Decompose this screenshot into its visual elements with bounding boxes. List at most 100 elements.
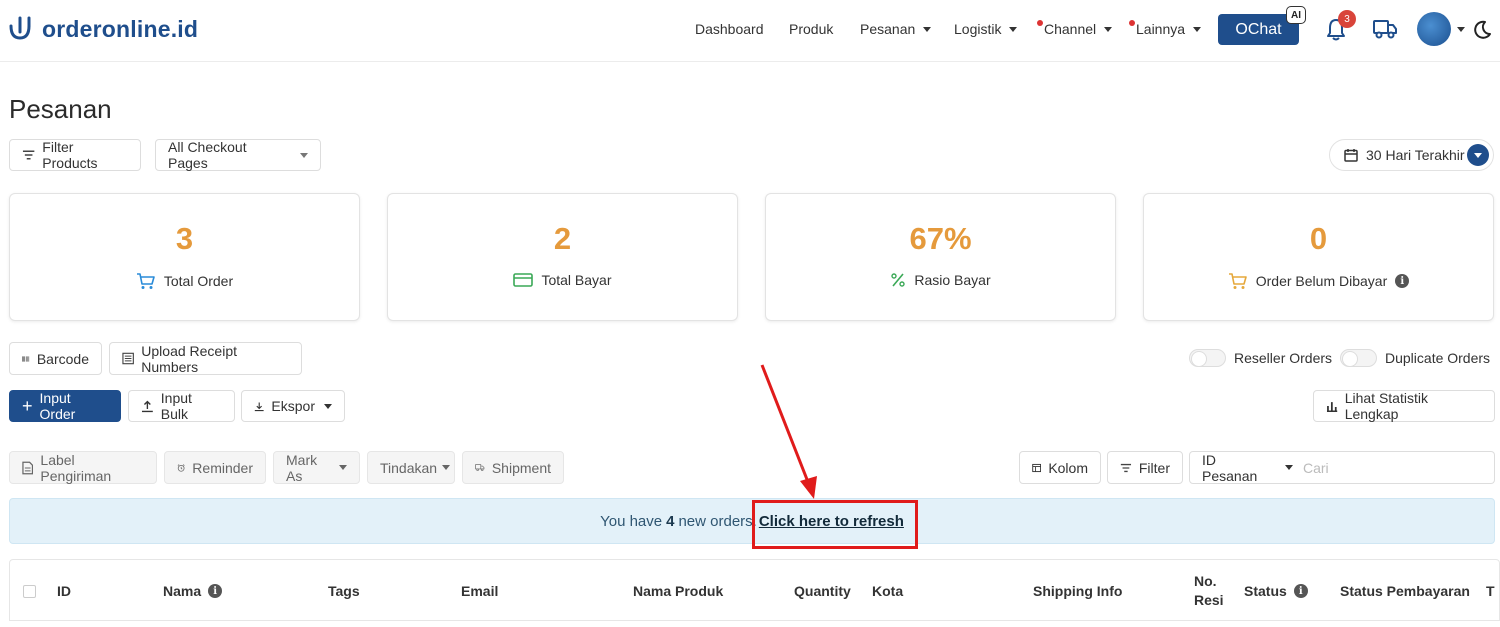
chevron-down-icon xyxy=(442,465,451,470)
column-header-quantity[interactable]: Quantity xyxy=(794,583,851,599)
stat-label-row: Rasio Bayar xyxy=(766,272,1115,288)
nav-channel-label: Channel xyxy=(1044,21,1097,37)
bar-chart-icon xyxy=(1326,402,1338,412)
info-icon[interactable]: i xyxy=(208,584,223,598)
input-order-label: Input Order xyxy=(39,390,76,422)
nav-channel[interactable]: Channel xyxy=(1037,20,1113,37)
column-header-status[interactable]: Status i xyxy=(1244,583,1308,599)
stat-value: 3 xyxy=(175,221,194,256)
info-icon[interactable]: i xyxy=(1293,584,1308,598)
column-header-nama-produk[interactable]: Nama Produk xyxy=(633,583,723,599)
calendar-icon xyxy=(1344,149,1358,162)
column-header-id[interactable]: ID xyxy=(57,583,71,599)
mark-as-dropdown[interactable]: Mark As xyxy=(273,451,360,484)
column-header-status-pembayaran[interactable]: Status Pembayaran xyxy=(1340,583,1470,599)
date-range-label: 30 Hari Terakhir xyxy=(1366,147,1465,163)
upload-receipt-button[interactable]: Upload Receipt Numbers xyxy=(109,342,302,375)
column-header-nama[interactable]: Nama i xyxy=(163,583,223,599)
filter-button[interactable]: Filter xyxy=(1107,451,1183,484)
filter-lines-icon xyxy=(1120,463,1132,472)
alert-suffix: new orders. xyxy=(678,512,757,530)
toggle-switch[interactable] xyxy=(1340,349,1377,367)
upload-receipt-label: Upload Receipt Numbers xyxy=(141,342,238,375)
column-header-label: Status xyxy=(1244,583,1287,599)
column-header-shipping-info[interactable]: Shipping Info xyxy=(1033,583,1122,599)
checkout-pages-label: All Checkout Pages xyxy=(168,139,247,171)
brand-logo[interactable]: orderonline.id xyxy=(8,14,198,44)
column-header-truncated[interactable]: T xyxy=(1486,583,1495,599)
search-field-select[interactable]: ID Pesanan xyxy=(1189,451,1294,484)
percent-icon xyxy=(891,273,906,287)
input-order-button[interactable]: + Input Order xyxy=(9,390,121,422)
reseller-orders-toggle[interactable]: Reseller Orders xyxy=(1189,349,1332,367)
nav-pesanan[interactable]: Pesanan xyxy=(860,21,932,37)
cart-icon xyxy=(1228,273,1247,289)
input-bulk-button[interactable]: Input Bulk xyxy=(128,390,235,422)
document-icon xyxy=(22,461,34,474)
duplicate-orders-toggle[interactable]: Duplicate Orders xyxy=(1340,349,1490,367)
info-icon[interactable]: i xyxy=(1395,274,1410,288)
kolom-label: Kolom xyxy=(1048,459,1088,476)
date-range-picker[interactable]: 30 Hari Terakhir xyxy=(1329,139,1494,171)
stat-label-row: Order Belum Dibayar i xyxy=(1144,272,1493,290)
nav-lainnya[interactable]: Lainnya xyxy=(1129,20,1202,37)
filter-lines-icon xyxy=(22,150,35,160)
stat-label: Total Bayar xyxy=(541,272,612,288)
column-header-kota[interactable]: Kota xyxy=(872,583,903,599)
barcode-button[interactable]: Barcode xyxy=(9,342,102,375)
list-icon xyxy=(122,352,134,365)
barcode-icon xyxy=(22,355,30,362)
label-pengiriman-label: Label Pengiriman xyxy=(40,451,112,484)
shipment-button[interactable]: Shipment xyxy=(462,451,564,484)
column-header-email[interactable]: Email xyxy=(461,583,498,599)
notification-count-badge: 3 xyxy=(1338,10,1356,28)
nav-logistik[interactable]: Logistik xyxy=(954,21,1018,37)
stat-label: Order Belum Dibayar xyxy=(1255,273,1388,289)
chevron-down-icon xyxy=(1193,26,1202,32)
new-orders-count: 4 xyxy=(666,512,675,530)
stat-value: 0 xyxy=(1309,221,1328,256)
input-bulk-label: Input Bulk xyxy=(160,390,192,422)
orders-table-header: ID Nama i Tags Email Nama Produk Quantity… xyxy=(9,559,1500,621)
label-pengiriman-button[interactable]: Label Pengiriman xyxy=(9,451,157,484)
nav-lainnya-label: Lainnya xyxy=(1136,21,1186,37)
chevron-down-icon xyxy=(339,465,347,470)
stat-card-total-order: 3 Total Order xyxy=(9,193,360,321)
kolom-button[interactable]: Kolom xyxy=(1019,451,1101,484)
column-header-no-resi[interactable]: No. Resi xyxy=(1194,573,1224,608)
nav-dashboard[interactable]: Dashboard xyxy=(695,21,764,37)
ekspor-button[interactable]: Ekspor xyxy=(241,390,345,422)
stat-label-row: Total Bayar xyxy=(388,272,737,288)
column-header-label: Nama xyxy=(163,583,202,599)
chevron-down-icon xyxy=(1104,26,1113,32)
stat-label-row: Total Order xyxy=(10,272,359,290)
toggle-switch[interactable] xyxy=(1189,349,1226,367)
select-all-checkbox[interactable] xyxy=(23,585,36,598)
filter-products-button[interactable]: Filter Products xyxy=(9,139,141,171)
barcode-label: Barcode xyxy=(36,350,89,367)
column-header-tags[interactable]: Tags xyxy=(328,583,360,599)
upload-icon xyxy=(141,400,153,412)
nav-dashboard-label: Dashboard xyxy=(695,21,764,37)
tindakan-dropdown[interactable]: Tindakan xyxy=(367,451,455,484)
reminder-button[interactable]: Reminder xyxy=(164,451,266,484)
cart-icon xyxy=(136,273,155,289)
moon-icon[interactable] xyxy=(1472,19,1492,41)
column-header-label: No. xyxy=(1194,573,1217,589)
user-avatar[interactable] xyxy=(1417,12,1451,46)
nav-logistik-label: Logistik xyxy=(954,21,1002,37)
truck-icon[interactable] xyxy=(1372,18,1398,40)
column-header-label: Resi xyxy=(1194,592,1224,608)
nav-produk[interactable]: Produk xyxy=(789,21,833,37)
brand-name: orderonline.id xyxy=(42,15,199,42)
chevron-down-icon xyxy=(1467,144,1489,166)
ai-badge: AI xyxy=(1286,6,1306,24)
lihat-statistik-button[interactable]: Lihat Statistik Lengkap xyxy=(1313,390,1495,422)
alert-prefix: You have xyxy=(600,512,663,530)
checkout-pages-select[interactable]: All Checkout Pages xyxy=(155,139,321,171)
shipment-label: Shipment xyxy=(491,459,551,476)
columns-icon xyxy=(1032,463,1042,472)
chevron-down-icon[interactable] xyxy=(1457,27,1465,32)
nav-produk-label: Produk xyxy=(789,21,834,37)
search-input[interactable] xyxy=(1293,451,1495,484)
